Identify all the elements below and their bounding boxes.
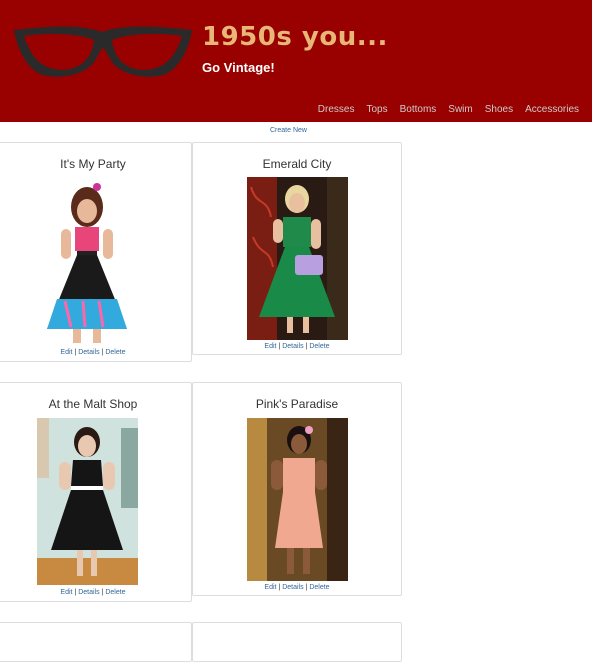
product-photo[interactable] [247,418,348,581]
category-nav: Dresses Tops Bottoms Swim Shoes Accessor… [306,104,579,115]
product-photo[interactable] [37,179,137,347]
product-title: Pink's Paradise [255,397,339,411]
action-separator: | [74,589,77,596]
product-card: Pink's Paradise Edit | Details | Delete [192,382,402,596]
cat-eye-glasses-logo [14,26,192,77]
details-link[interactable]: Details [282,343,303,350]
action-separator: | [278,343,281,350]
action-separator: | [305,343,308,350]
action-separator: | [305,584,308,591]
product-title: It's My Party [60,157,126,171]
delete-link[interactable]: Delete [309,584,329,591]
nav-link-bottoms[interactable]: Bottoms [400,104,437,115]
action-separator: | [278,584,281,591]
edit-link[interactable]: Edit [60,589,72,596]
product-photo[interactable] [247,177,348,340]
site-tagline: Go Vintage! [202,60,275,75]
card-actions: Edit | Details | Delete [0,349,191,356]
product-card: It's My Party Edit | Details | Delete [0,142,192,362]
nav-link-dresses[interactable]: Dresses [318,104,355,115]
product-card: At the Malt Shop Edit | Details | Delete [0,382,192,602]
product-card [0,622,192,662]
edit-link[interactable]: Edit [60,349,72,356]
card-actions: Edit | Details | Delete [0,589,191,596]
action-separator: | [101,349,104,356]
site-title: 1950s you... [202,22,388,52]
nav-link-shoes[interactable]: Shoes [485,104,513,115]
action-separator: | [101,589,104,596]
product-card [192,622,402,662]
action-separator: | [74,349,77,356]
edit-link[interactable]: Edit [264,584,276,591]
site-header: 1950s you... Go Vintage! Dresses Tops Bo… [0,0,592,122]
nav-link-tops[interactable]: Tops [366,104,387,115]
delete-link[interactable]: Delete [105,589,125,596]
product-title: Emerald City [262,157,332,171]
details-link[interactable]: Details [282,584,303,591]
nav-link-accessories[interactable]: Accessories [525,104,579,115]
details-link[interactable]: Details [78,349,99,356]
card-actions: Edit | Details | Delete [193,343,401,350]
delete-link[interactable]: Delete [309,343,329,350]
details-link[interactable]: Details [78,589,99,596]
product-photo[interactable] [37,418,138,585]
delete-link[interactable]: Delete [105,349,125,356]
nav-link-swim[interactable]: Swim [448,104,472,115]
card-actions: Edit | Details | Delete [193,584,401,591]
edit-link[interactable]: Edit [264,343,276,350]
create-new-link[interactable]: Create New [270,127,307,134]
product-card: Emerald City Edit | Details | Delete [192,142,402,355]
product-title: At the Malt Shop [48,397,138,411]
